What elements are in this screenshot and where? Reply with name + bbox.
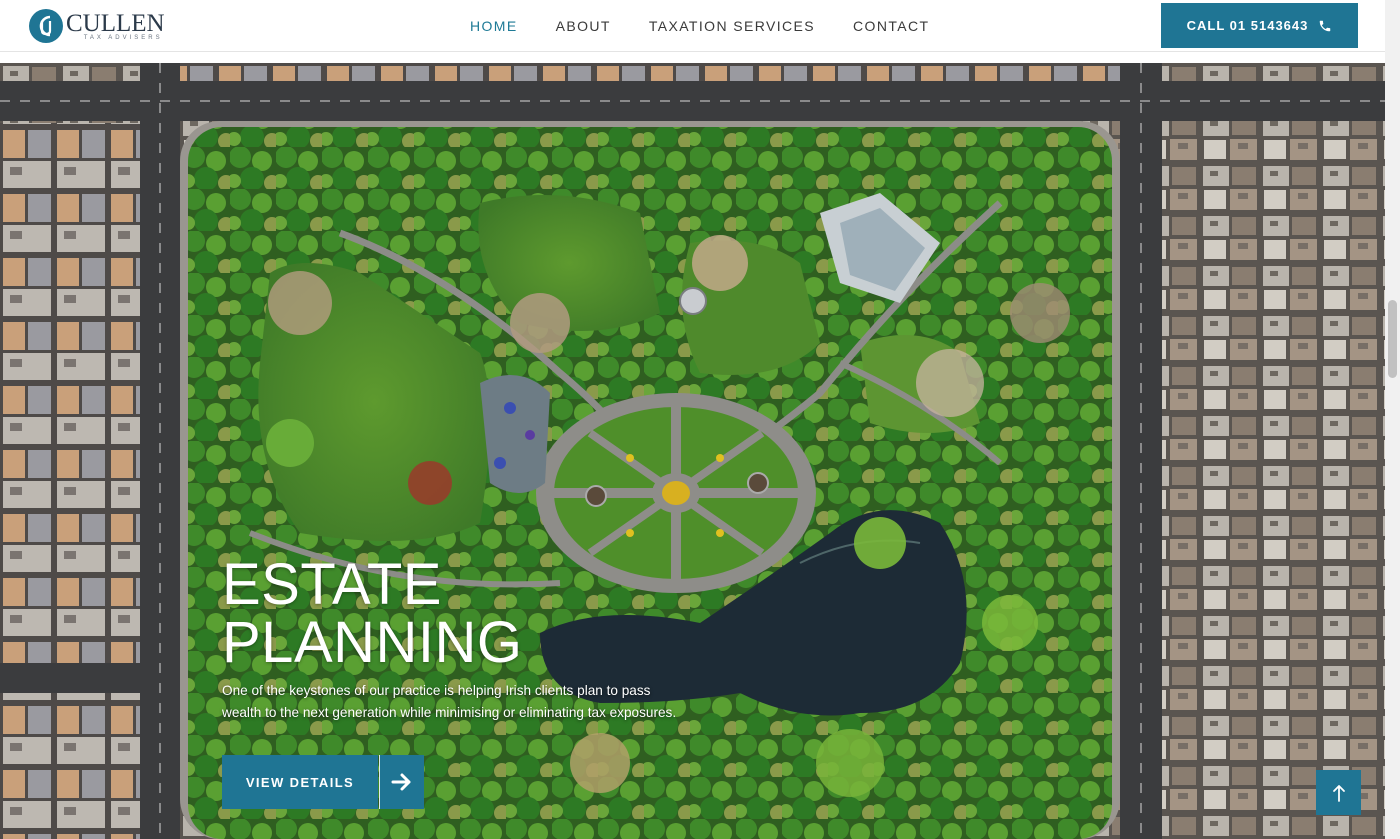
nav-contact[interactable]: CONTACT <box>853 18 929 34</box>
arrow-up-icon <box>1332 784 1345 802</box>
logo-name: CULLEN <box>66 10 165 37</box>
scrollbar-thumb[interactable] <box>1388 300 1397 378</box>
nav-about[interactable]: ABOUT <box>556 18 611 34</box>
phone-icon <box>1320 20 1331 31</box>
call-button[interactable]: CALL 01 5143643 <box>1161 3 1358 48</box>
page-scrollbar[interactable] <box>1385 0 1400 839</box>
nav-home[interactable]: HOME <box>470 18 518 34</box>
view-details-button[interactable]: VIEW DETAILS <box>222 755 424 809</box>
hero-title-line-2: PLANNING <box>222 610 523 675</box>
site-header: CULLEN TAX ADVISERS HOME ABOUT TAXATION … <box>0 0 1385 52</box>
hero-title-line-1: ESTATE <box>222 552 442 617</box>
hero-banner: ESTATE PLANNING One of the keystones of … <box>0 63 1385 839</box>
hero-description: One of the keystones of our practice is … <box>222 683 677 720</box>
site-logo[interactable]: CULLEN TAX ADVISERS <box>28 7 165 45</box>
logo-mark-icon <box>29 9 63 43</box>
main-nav: HOME ABOUT TAXATION SERVICES CONTACT <box>470 0 967 52</box>
nav-taxation-services[interactable]: TAXATION SERVICES <box>649 18 815 34</box>
hero-title: ESTATE PLANNING <box>222 556 702 672</box>
back-to-top-button[interactable] <box>1316 770 1361 815</box>
arrow-right-icon <box>391 773 411 791</box>
call-button-label: CALL 01 5143643 <box>1186 18 1309 33</box>
hero-content: ESTATE PLANNING One of the keystones of … <box>222 556 702 723</box>
view-details-label: VIEW DETAILS <box>222 755 378 809</box>
